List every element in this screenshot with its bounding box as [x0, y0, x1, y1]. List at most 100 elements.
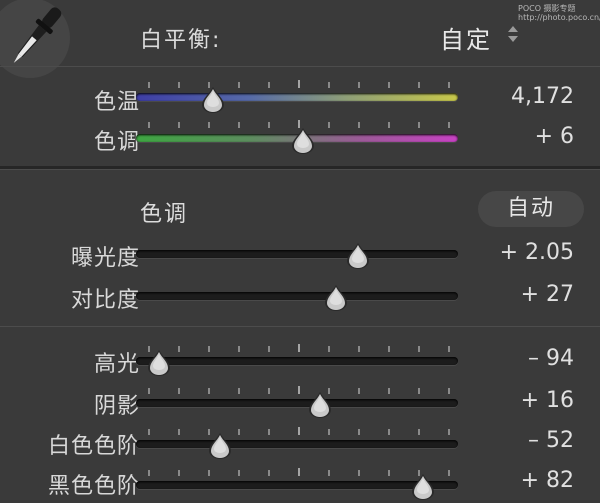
tick-mark — [358, 470, 360, 476]
tick-mark — [268, 470, 270, 476]
tick-mark — [238, 82, 240, 88]
tick-mark — [178, 82, 180, 88]
slider-ticks — [148, 427, 450, 435]
tick-mark — [388, 122, 390, 128]
tick-mark — [298, 80, 300, 88]
shadows-label: 阴影 — [93, 394, 140, 419]
tick-mark — [178, 470, 180, 476]
tick-mark — [238, 122, 240, 128]
temperature-slider-track[interactable] — [136, 93, 458, 101]
tick-mark — [418, 82, 420, 88]
tick-mark — [358, 346, 360, 352]
tick-mark — [268, 122, 270, 128]
tick-mark — [418, 429, 420, 435]
whites-label: 白色色阶 — [47, 434, 140, 459]
tint-slider-thumb[interactable] — [290, 127, 316, 155]
temperature-slider-thumb[interactable] — [200, 86, 226, 114]
tick-mark — [268, 346, 270, 352]
slider-ticks — [148, 344, 450, 352]
shadows-slider-track[interactable] — [136, 399, 458, 407]
tick-mark — [268, 82, 270, 88]
tick-mark — [358, 122, 360, 128]
white-balance-label: 白平衡: — [140, 28, 222, 53]
highlights-slider-track[interactable] — [136, 357, 458, 365]
tick-mark — [298, 386, 300, 394]
tick-mark — [298, 344, 300, 352]
exposure-value[interactable]: + 2.05 — [474, 240, 574, 265]
tick-mark — [448, 388, 450, 394]
tick-mark — [178, 122, 180, 128]
slider-ticks — [148, 468, 450, 476]
tick-mark — [298, 427, 300, 435]
tick-mark — [358, 388, 360, 394]
tick-mark — [238, 388, 240, 394]
tick-mark — [418, 346, 420, 352]
watermark: POCO 摄影专题 http://photo.poco.cn/ — [518, 4, 600, 22]
auto-button[interactable]: 自动 — [478, 191, 584, 227]
divider — [0, 66, 600, 67]
slider-ticks — [148, 80, 450, 88]
tick-mark — [268, 429, 270, 435]
contrast-value[interactable]: + 27 — [474, 282, 574, 307]
whites-slider-thumb[interactable] — [207, 432, 233, 460]
section-divider-highlight — [0, 169, 600, 170]
tick-mark — [328, 429, 330, 435]
tick-mark — [238, 429, 240, 435]
tick-mark — [238, 470, 240, 476]
tick-mark — [148, 388, 150, 394]
tick-mark — [328, 346, 330, 352]
tint-value[interactable]: + 6 — [474, 124, 574, 149]
tick-mark — [388, 346, 390, 352]
white-balance-preset[interactable]: 自定 — [440, 20, 492, 55]
tick-mark — [208, 346, 210, 352]
whites-slider-track[interactable] — [136, 440, 458, 448]
tick-mark — [208, 122, 210, 128]
tick-mark — [448, 122, 450, 128]
tick-mark — [358, 82, 360, 88]
tick-mark — [328, 122, 330, 128]
contrast-slider-thumb[interactable] — [323, 284, 349, 312]
contrast-label: 对比度 — [70, 288, 140, 313]
tick-mark — [328, 470, 330, 476]
shadows-value[interactable]: + 16 — [474, 388, 574, 413]
blacks-value[interactable]: + 82 — [474, 468, 574, 493]
basic-panel: POCO 摄影专题 http://photo.poco.cn/ 白平衡: 自定 … — [0, 0, 600, 503]
tick-mark — [208, 470, 210, 476]
tick-mark — [358, 429, 360, 435]
tick-mark — [388, 470, 390, 476]
temperature-label: 色温 — [93, 90, 140, 115]
tick-mark — [328, 82, 330, 88]
tick-mark — [418, 388, 420, 394]
shadows-slider-thumb[interactable] — [307, 391, 333, 419]
tick-mark — [448, 82, 450, 88]
tick-mark — [448, 346, 450, 352]
tick-mark — [148, 429, 150, 435]
tick-mark — [238, 346, 240, 352]
highlights-slider-thumb[interactable] — [146, 349, 172, 377]
whites-value[interactable]: – 52 — [474, 428, 574, 453]
contrast-slider-track[interactable] — [136, 292, 458, 300]
slider-ticks — [148, 386, 450, 394]
tick-mark — [388, 429, 390, 435]
tick-mark — [388, 82, 390, 88]
exposure-label: 曝光度 — [70, 246, 140, 271]
tick-mark — [388, 388, 390, 394]
tick-mark — [298, 468, 300, 476]
tick-mark — [178, 388, 180, 394]
exposure-slider-track[interactable] — [136, 250, 458, 258]
up-down-arrows-icon[interactable] — [506, 24, 520, 44]
highlights-value[interactable]: – 94 — [474, 346, 574, 371]
blacks-slider-thumb[interactable] — [410, 473, 436, 501]
tick-mark — [178, 429, 180, 435]
temperature-value[interactable]: 4,172 — [474, 84, 574, 109]
exposure-slider-thumb[interactable] — [345, 242, 371, 270]
tick-mark — [268, 388, 270, 394]
tick-mark — [418, 122, 420, 128]
tick-mark — [208, 388, 210, 394]
blacks-label: 黑色色阶 — [47, 474, 140, 499]
divider — [0, 326, 600, 327]
highlights-label: 高光 — [93, 352, 140, 377]
tick-mark — [148, 82, 150, 88]
tick-mark — [448, 470, 450, 476]
eyedropper-icon[interactable] — [0, 0, 72, 82]
